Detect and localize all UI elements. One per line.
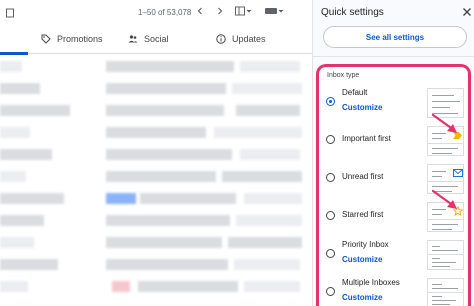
- chevron-left-icon[interactable]: [193, 4, 207, 18]
- annotation-arrow-icon: [431, 113, 457, 133]
- radio-important-first[interactable]: [326, 135, 335, 144]
- multiple-inboxes-preview-thumbnail: [427, 278, 464, 306]
- radio-starred-first[interactable]: [326, 211, 335, 220]
- tab-social-label: Social: [144, 34, 169, 44]
- tab-updates-label: Updates: [232, 34, 266, 44]
- customize-multiple-inboxes-link[interactable]: Customize: [342, 293, 382, 302]
- email-row[interactable]: [0, 231, 312, 253]
- radio-default[interactable]: [326, 97, 335, 106]
- keyboard-icon[interactable]: [264, 4, 286, 18]
- email-row[interactable]: [0, 275, 312, 297]
- quick-settings-title: Quick settings: [321, 7, 384, 18]
- people-icon: [128, 35, 138, 43]
- tab-promotions[interactable]: Promotions: [41, 34, 103, 44]
- panel-divider: [313, 56, 474, 57]
- category-tabs: Promotions Social Updates: [0, 28, 312, 55]
- tab-promotions-label: Promotions: [57, 34, 103, 44]
- see-all-settings-button[interactable]: See all settings: [323, 26, 467, 48]
- customize-priority-inbox-link[interactable]: Customize: [342, 255, 382, 264]
- email-list: [0, 55, 312, 297]
- email-row[interactable]: [0, 209, 312, 231]
- select-checkbox-icon[interactable]: [6, 6, 16, 20]
- option-multiple-inboxes-label: Multiple Inboxes: [342, 278, 400, 287]
- inbox-type-section: Inbox type Default Customize Important f…: [316, 64, 471, 306]
- email-row[interactable]: [0, 121, 312, 143]
- email-row[interactable]: [0, 77, 312, 99]
- close-icon[interactable]: [461, 5, 473, 17]
- option-starred-first-label: Starred first: [342, 210, 384, 219]
- email-row[interactable]: [0, 253, 312, 275]
- email-row[interactable]: [0, 55, 312, 77]
- email-row[interactable]: [0, 165, 312, 187]
- radio-unread-first[interactable]: [326, 173, 335, 182]
- tab-social[interactable]: Social: [128, 34, 169, 44]
- option-default-label: Default: [342, 88, 368, 97]
- email-row[interactable]: [0, 99, 312, 121]
- radio-multiple-inboxes[interactable]: [326, 287, 335, 296]
- tag-icon: [41, 34, 51, 44]
- radio-priority-inbox[interactable]: [326, 249, 335, 258]
- inbox-area: 1–50 of 53,078 Promotions Social Updates: [0, 0, 312, 306]
- info-icon: [216, 34, 226, 44]
- priority-inbox-preview-thumbnail: [427, 240, 464, 270]
- split-pane-icon[interactable]: [234, 4, 254, 18]
- tab-updates[interactable]: Updates: [216, 34, 266, 44]
- quick-settings-panel: Quick settings See all settings Inbox ty…: [312, 0, 474, 306]
- option-important-first-label: Important first: [342, 134, 391, 143]
- email-row[interactable]: [0, 143, 312, 165]
- chevron-right-icon[interactable]: [213, 4, 227, 18]
- envelope-icon: [453, 169, 463, 177]
- annotation-arrow-icon: [431, 189, 457, 209]
- pagination-count: 1–50 of 53,078: [138, 8, 192, 17]
- option-priority-inbox[interactable]: Priority Inbox Customize: [319, 237, 468, 273]
- email-row[interactable]: [0, 187, 312, 209]
- inbox-type-heading: Inbox type: [327, 72, 360, 79]
- customize-default-link[interactable]: Customize: [342, 103, 382, 112]
- option-multiple-inboxes[interactable]: Multiple Inboxes Customize: [319, 275, 468, 306]
- option-priority-inbox-label: Priority Inbox: [342, 240, 389, 249]
- inbox-toolbar: 1–50 of 53,078: [0, 0, 312, 28]
- gmail-window: 1–50 of 53,078 Promotions Social Updates…: [0, 0, 474, 306]
- option-unread-first-label: Unread first: [342, 172, 384, 181]
